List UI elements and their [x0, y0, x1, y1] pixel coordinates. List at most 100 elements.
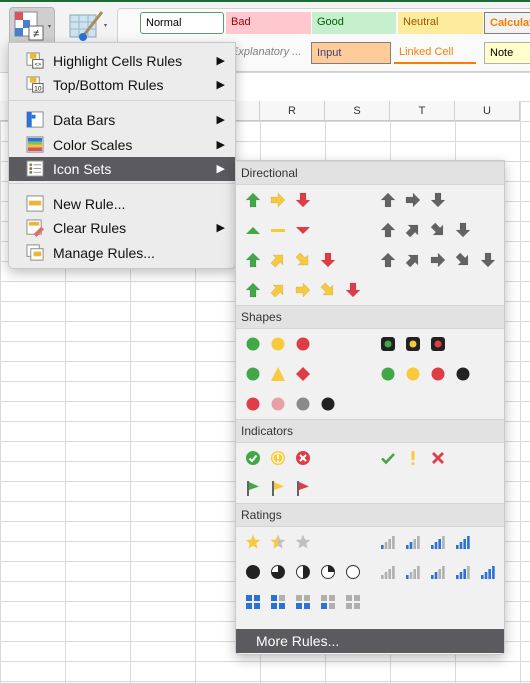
- icon-set-option[interactable]: [240, 474, 368, 502]
- quarters-icon: [346, 565, 360, 579]
- menu-item-new-rule[interactable]: New Rule...: [9, 192, 235, 216]
- arrow-down-right-icon: [455, 252, 469, 266]
- signal-bars-icon: [456, 536, 470, 549]
- icon-set-option[interactable]: [376, 186, 504, 214]
- arrow-right-icon: [430, 252, 446, 268]
- signal-bars-icon: [456, 566, 470, 579]
- manage-rules-icon: [26, 244, 44, 261]
- icon-set-option[interactable]: [376, 528, 504, 556]
- cell-style-calculation[interactable]: Calculation: [484, 12, 530, 34]
- format-as-table-button[interactable]: [66, 7, 112, 45]
- quarters-icon: [271, 565, 285, 579]
- cell-style-input[interactable]: Input: [311, 42, 391, 64]
- section-header-indicators: Indicators: [236, 419, 504, 443]
- icon-set-option[interactable]: [240, 444, 368, 472]
- flag-icon: [247, 481, 259, 496]
- icon-set-option[interactable]: [376, 216, 504, 244]
- menu-item-manage-rules[interactable]: Manage Rules...: [9, 241, 235, 265]
- arrow-down-icon: [430, 192, 446, 208]
- arrow-down-icon: [320, 252, 336, 268]
- column-header[interactable]: T: [390, 101, 455, 121]
- icon-set-option[interactable]: [240, 390, 368, 418]
- submenu-arrow-icon: ▶: [216, 79, 225, 91]
- traffic-light-icon: [406, 337, 420, 351]
- menu-item-color-scales[interactable]: Color Scales ▶: [9, 133, 235, 157]
- arrow-down-icon: [455, 222, 471, 238]
- icon-set-option[interactable]: [240, 186, 368, 214]
- arrow-up-right-icon: [270, 254, 284, 268]
- conditional-formatting-icon: ≠: [14, 11, 51, 41]
- cell-style-linked-cell[interactable]: Linked Cell: [394, 42, 476, 64]
- icon-set-option[interactable]: [240, 588, 368, 616]
- arrow-up-icon: [380, 252, 396, 268]
- circle-icon: [271, 397, 285, 411]
- diamond-icon: [296, 367, 310, 381]
- menu-item-icon-sets[interactable]: Icon Sets ▶: [9, 157, 235, 181]
- menu-item-data-bars[interactable]: Data Bars ▶: [9, 108, 235, 132]
- icon-set-option[interactable]: [240, 246, 368, 274]
- arrow-down-icon: [480, 252, 496, 268]
- traffic-light-icon: [431, 337, 445, 351]
- signal-bars-icon: [431, 566, 445, 579]
- menu-item-highlight-cells-rules[interactable]: <> Highlight Cells Rules ▶: [9, 49, 235, 73]
- top-bottom-icon: 10: [26, 76, 44, 93]
- quarters-icon: [321, 565, 335, 579]
- icon-set-option[interactable]: [240, 216, 368, 244]
- menu-item-label: New Rule...: [53, 196, 126, 212]
- icon-set-option[interactable]: [376, 246, 504, 274]
- cell-style-bad[interactable]: Bad: [226, 12, 311, 34]
- signal-bars-icon: [481, 566, 495, 579]
- new-rule-icon: [26, 195, 44, 212]
- icon-set-option[interactable]: [240, 558, 368, 586]
- menu-item-clear-rules[interactable]: Clear Rules ▶: [9, 216, 235, 240]
- more-rules-item[interactable]: More Rules...: [236, 629, 504, 653]
- traffic-light-icon: [381, 337, 395, 351]
- icon-set-option[interactable]: [376, 330, 504, 358]
- circle-icon: [431, 367, 445, 381]
- column-header[interactable]: U: [455, 101, 520, 121]
- column-header[interactable]: S: [325, 101, 390, 121]
- icon-set-option[interactable]: [240, 330, 368, 358]
- icon-set-option[interactable]: [240, 360, 368, 388]
- circle-icon: [406, 367, 420, 381]
- menu-item-label: Top/Bottom Rules: [53, 77, 164, 93]
- flag-icon: [297, 481, 309, 496]
- cell-style-explanatory[interactable]: Explanatory ...: [226, 42, 310, 64]
- signal-bars-icon: [381, 566, 395, 579]
- icon-set-option[interactable]: [376, 360, 504, 388]
- column-header[interactable]: R: [260, 101, 325, 121]
- cell-style-normal[interactable]: Normal: [140, 12, 224, 34]
- check-circle-icon: [246, 451, 260, 465]
- arrow-down-right-icon: [320, 282, 334, 296]
- icon-set-option[interactable]: [376, 444, 504, 472]
- star-icon: [245, 534, 261, 549]
- circle-icon: [246, 397, 260, 411]
- signal-bars-icon: [406, 536, 420, 549]
- submenu-arrow-icon: ▶: [216, 163, 225, 175]
- icon-set-option[interactable]: [240, 276, 368, 304]
- menu-separator: [9, 100, 235, 101]
- circle-icon: [456, 367, 470, 381]
- boxes-icon: [296, 595, 310, 609]
- icon-set-option[interactable]: [240, 528, 368, 556]
- format-table-icon: [69, 11, 107, 41]
- icon-sets-icon: [26, 160, 44, 177]
- arrow-up-right-icon: [270, 284, 284, 298]
- menu-item-top-bottom-rules[interactable]: 10 Top/Bottom Rules ▶: [9, 73, 235, 97]
- menu-item-label: Icon Sets: [53, 161, 112, 177]
- circle-icon: [246, 367, 260, 381]
- boxes-icon: [321, 595, 335, 609]
- cell-style-neutral[interactable]: Neutral: [398, 12, 483, 34]
- arrow-up-icon: [380, 222, 396, 238]
- cell-style-note[interactable]: Note: [484, 42, 530, 64]
- icon-set-option[interactable]: [376, 558, 504, 586]
- arrow-up-right-icon: [405, 224, 419, 238]
- conditional-formatting-button[interactable]: ≠: [9, 7, 55, 45]
- conditional-formatting-menu: <> Highlight Cells Rules ▶ 10 Top/Bottom Rul…: [8, 42, 236, 269]
- arrow-right-icon: [270, 192, 286, 208]
- submenu-arrow-icon: ▶: [216, 222, 225, 234]
- submenu-arrow-icon: ▶: [216, 55, 225, 67]
- circle-icon: [296, 397, 310, 411]
- cell-style-good[interactable]: Good: [312, 12, 396, 34]
- signal-bars-icon: [431, 536, 445, 549]
